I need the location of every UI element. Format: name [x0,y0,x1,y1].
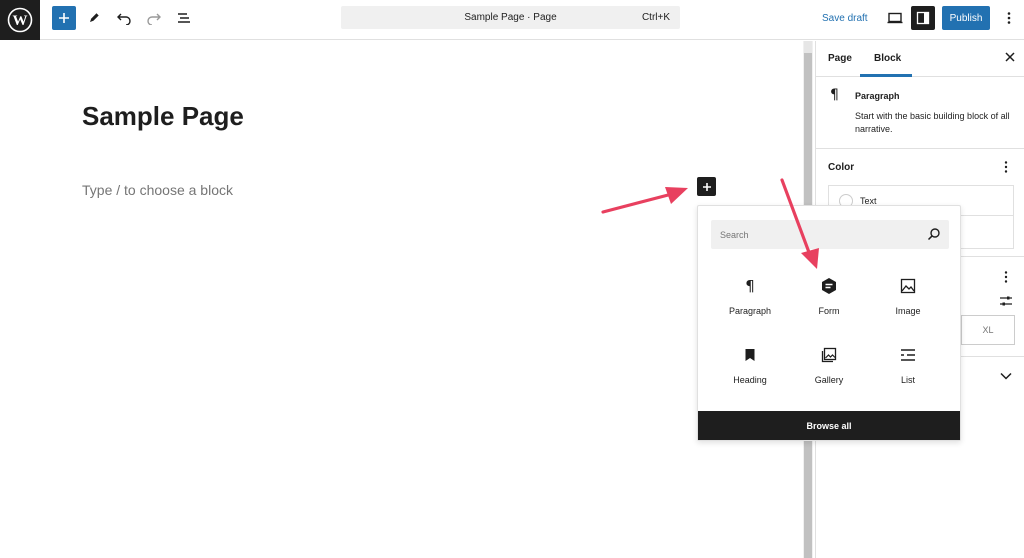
block-item-label: Heading [733,375,767,385]
block-item-form[interactable]: Form [789,276,869,336]
inserter-search [711,220,949,249]
top-toolbar: W Sample Page · Page Ctrl+K Save draft P… [0,0,1024,40]
form-icon [819,276,839,296]
block-item-label: Paragraph [728,306,772,316]
command-palette-title[interactable]: Sample Page · Page Ctrl+K [341,6,680,29]
settings-sidebar-toggle-icon[interactable] [911,6,935,30]
search-icon [927,227,941,241]
wordpress-logo-icon[interactable]: W [0,0,40,40]
block-item-label: List [900,375,915,385]
block-search-input[interactable] [711,220,921,249]
typography-options-kebab-icon[interactable] [998,269,1014,285]
chevron-down-icon[interactable] [998,368,1014,384]
close-icon[interactable] [1002,49,1018,65]
image-icon [898,276,918,296]
preview-icon[interactable] [883,6,907,30]
font-size-xl-option[interactable]: XL [961,315,1015,345]
block-item-label: Image [895,306,921,316]
options-kebab-icon[interactable] [997,6,1021,30]
block-card-title: Paragraph [855,91,900,101]
heading-icon [740,345,760,365]
block-card: ¶ Paragraph Start with the basic buildin… [816,77,1024,149]
document-title: Sample Page · Page [464,12,557,23]
redo-icon[interactable] [142,6,166,30]
publish-button[interactable]: Publish [942,6,990,30]
page-title[interactable]: Sample Page [82,101,244,132]
document-overview-icon[interactable] [172,6,196,30]
custom-size-sliders-icon[interactable] [998,293,1014,309]
gallery-icon [819,345,839,365]
paragraph-icon: ¶ [745,277,755,295]
add-block-button[interactable] [52,6,76,30]
block-item-label: Gallery [814,375,844,385]
block-item-image[interactable]: Image [868,276,948,336]
keyboard-shortcut: Ctrl+K [641,12,670,23]
tab-page[interactable]: Page [828,53,852,64]
paragraph-icon: ¶ [830,87,839,103]
block-item-gallery[interactable]: Gallery [789,345,869,405]
block-card-description: Start with the basic building block of a… [855,111,1010,134]
list-icon [898,345,918,365]
sidebar-tabs: Page Block [816,41,1024,77]
save-draft-button[interactable]: Save draft [822,13,868,24]
color-options-kebab-icon[interactable] [998,159,1014,175]
scrollbar-up-arrow[interactable] [804,41,812,53]
undo-icon[interactable] [112,6,136,30]
block-item-list[interactable]: List [868,345,948,405]
quick-inserter-popover: ¶ Paragraph Form Image Heading Gallery L… [697,205,961,441]
tools-pencil-icon[interactable] [82,6,106,30]
block-item-label: Form [818,306,840,316]
block-item-paragraph[interactable]: ¶ Paragraph [710,276,790,336]
tab-block[interactable]: Block [874,53,901,64]
color-section-title[interactable]: Color [828,162,854,173]
browse-all-button[interactable]: Browse all [698,411,960,440]
block-placeholder[interactable]: Type / to choose a block [82,182,233,198]
svg-text:W: W [13,13,28,29]
block-item-heading[interactable]: Heading [710,345,790,405]
inline-add-block-button[interactable] [697,177,716,196]
